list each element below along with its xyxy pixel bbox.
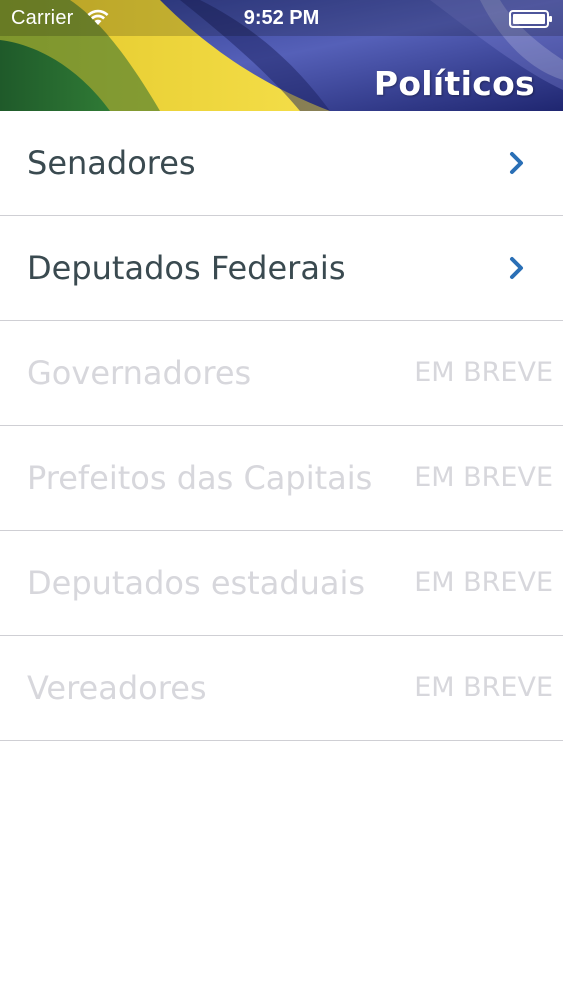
battery-icon [509,10,552,28]
coming-soon-badge: EM BREVE [414,567,553,598]
list-item-prefeitos-das-capitais: Prefeitos das Capitais EM BREVE [0,426,563,531]
coming-soon-badge: EM BREVE [414,462,553,493]
list-item-governadores: Governadores EM BREVE [0,321,563,426]
list-item-label: Deputados Federais [27,249,346,287]
list-item-label: Prefeitos das Capitais [27,459,373,497]
header: Carrier 9:52 PM Políticos [0,0,563,111]
status-time: 9:52 PM [243,7,320,29]
page-title: Políticos [373,64,535,103]
list-item-vereadores: Vereadores EM BREVE [0,636,563,741]
list-item-label: Deputados estaduais [27,564,366,602]
list-item-senadores[interactable]: Senadores [0,111,563,216]
chevron-right-icon [510,152,523,174]
coming-soon-badge: EM BREVE [414,672,553,703]
list-item-deputados-federais[interactable]: Deputados Federais [0,216,563,321]
list-item-label: Vereadores [27,669,207,707]
chevron-right-icon [510,257,523,279]
list-item-label: Senadores [27,144,196,182]
coming-soon-badge: EM BREVE [414,357,553,388]
list-item-label: Governadores [27,354,252,392]
screen: Carrier 9:52 PM Políticos Senadores Depu… [0,0,563,1000]
politicians-list: Senadores Deputados Federais Governadore… [0,111,563,741]
status-bar: Carrier 9:52 PM [0,0,563,36]
list-item-deputados-estaduais: Deputados estaduais EM BREVE [0,531,563,636]
